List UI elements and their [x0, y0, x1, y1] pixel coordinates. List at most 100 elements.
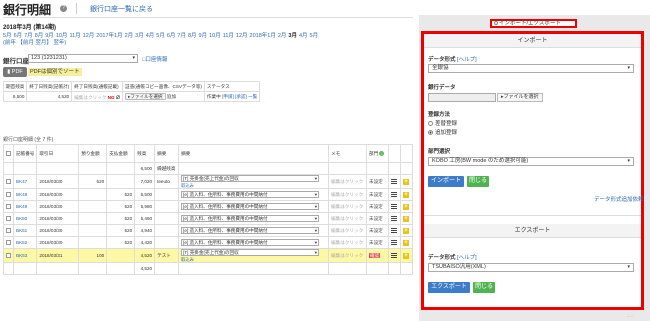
month-link[interactable]: 4月	[299, 33, 308, 39]
row-memo[interactable]: 編集はクリック	[328, 174, 367, 189]
row-id[interactable]: BK47	[12, 174, 38, 189]
row-memo[interactable]: 編集はクリック	[328, 188, 367, 201]
row-summary[interactable]	[154, 188, 180, 201]
import-help-link[interactable]: [ヘルプ]	[457, 57, 477, 63]
import-close-button[interactable]: 閉じる	[467, 176, 489, 187]
row-id[interactable]: BK51	[12, 224, 38, 237]
row-checkbox[interactable]	[6, 240, 11, 246]
account-select[interactable]: 123 (1231231) ▾	[28, 54, 138, 63]
row-summary[interactable]	[154, 224, 180, 237]
resize-grip-icon[interactable]: ∴∴	[627, 313, 635, 319]
bank-data-file-button[interactable]: ▸ファイルを選択	[497, 93, 543, 102]
menu-icon[interactable]	[390, 178, 397, 184]
row-account-select[interactable]: [e] 造入料、住所料、事務費用の中間納付 ▾	[181, 202, 320, 210]
plus-icon[interactable]: +	[402, 215, 409, 222]
row-memo[interactable]: 編集はクリック	[328, 248, 367, 263]
month-link[interactable]: 9月	[199, 33, 208, 39]
row-summary[interactable]: テスト	[154, 248, 180, 263]
status-link-approve[interactable]: [承認]	[235, 94, 247, 99]
month-link[interactable]: 10月	[209, 33, 221, 39]
row-dept[interactable]: 未設定	[369, 179, 383, 184]
row-dept[interactable]: 未設定	[369, 192, 383, 197]
plus-icon[interactable]: +	[402, 227, 409, 234]
info-icon[interactable]: i	[379, 150, 385, 156]
month-link[interactable]: 2017年1月	[96, 33, 122, 39]
month-link[interactable]: 7月	[177, 33, 186, 39]
row-dept[interactable]: 確認	[368, 252, 381, 258]
menu-icon[interactable]	[390, 203, 397, 209]
row-dept[interactable]: 未設定	[369, 216, 383, 221]
row-id[interactable]: BK48	[12, 188, 38, 201]
evidence-add-button[interactable]: 追加	[167, 94, 176, 99]
row-account-select[interactable]: [e] 造入料、住所料、事務費用の中間納付 ▾	[181, 214, 320, 222]
row-dept[interactable]: 未設定	[369, 228, 383, 233]
month-link[interactable]: 11月	[69, 33, 80, 39]
add-format-request-link[interactable]: データ形式追加依頼	[594, 195, 644, 203]
row-id[interactable]: BK53	[12, 248, 38, 263]
pdf-button[interactable]: ▮ PDF	[3, 67, 27, 77]
row-summary[interactable]	[154, 236, 180, 249]
status-link-apply[interactable]: [申請]	[222, 94, 234, 99]
row-checkbox[interactable]	[6, 204, 11, 210]
passbook-edit-placeholder[interactable]: 編集はクリック	[74, 95, 106, 100]
row-memo[interactable]: 編集はクリック	[328, 212, 367, 225]
export-help-link[interactable]: [ヘルプ]	[457, 255, 477, 261]
menu-icon[interactable]	[390, 215, 397, 221]
evidence-file-button[interactable]: ▸ファイルを選択	[125, 92, 166, 100]
row-id[interactable]: BK52	[12, 236, 38, 249]
method-append[interactable]: 追加登録	[428, 128, 457, 136]
account-info-link[interactable]: □口座情報	[142, 55, 167, 63]
row-checkbox[interactable]	[6, 228, 11, 234]
period-aux-links[interactable]: (前年 【前月 翌月】 翌年)	[3, 38, 66, 46]
back-to-accounts-link[interactable]: 銀行口座一覧に戻る	[90, 4, 153, 14]
row-dept[interactable]: 未設定	[369, 204, 383, 209]
menu-icon[interactable]	[390, 227, 397, 233]
row-import-link[interactable]: 取込み	[181, 183, 326, 188]
row-checkbox[interactable]	[6, 179, 11, 185]
month-link[interactable]: 12月	[236, 33, 248, 39]
row-memo[interactable]: 編集はクリック	[328, 200, 367, 213]
month-link[interactable]: 4月	[146, 33, 155, 39]
row-import-link[interactable]: 取込み	[181, 257, 326, 262]
month-link[interactable]: 6月	[167, 33, 176, 39]
row-account-select[interactable]: [T] 売掛金(売上代金)の回収 ▾	[181, 175, 320, 182]
menu-icon[interactable]	[390, 191, 397, 197]
method-replace-radio[interactable]	[428, 121, 433, 127]
month-link[interactable]: 2月	[125, 33, 134, 39]
row-id[interactable]: BK50	[12, 212, 38, 225]
method-replace[interactable]: 差替登録	[428, 119, 457, 127]
col-id[interactable]: 記帳番号	[12, 144, 38, 163]
row-checkbox[interactable]	[6, 216, 11, 222]
import-button[interactable]: インポート	[428, 176, 464, 187]
row-memo[interactable]: 編集はクリック	[328, 224, 367, 237]
row-summary[interactable]: teeuto	[154, 174, 180, 189]
plus-icon[interactable]: +	[402, 239, 409, 246]
month-link[interactable]: 3月	[135, 33, 144, 39]
export-button[interactable]: エクスポート	[428, 282, 470, 293]
select-all-checkbox[interactable]	[6, 151, 11, 157]
month-link[interactable]: 5月	[310, 33, 319, 39]
help-icon[interactable]: ?	[60, 5, 67, 12]
import-format-select[interactable]: 全銀協 ▾	[428, 64, 634, 73]
month-link[interactable]: 5月	[156, 33, 165, 39]
row-checkbox[interactable]	[6, 253, 11, 259]
col-date[interactable]: 取引日	[36, 144, 80, 163]
month-link[interactable]: 12月	[83, 33, 95, 39]
dept-select[interactable]: KOBO 工房(BW mode のため選択可能) ▾	[428, 157, 634, 166]
row-dept[interactable]: 未設定	[369, 240, 383, 245]
export-format-select[interactable]: TSUBAISO汎用(XML) ▾	[428, 263, 634, 272]
plus-icon[interactable]: +	[402, 178, 409, 185]
row-summary[interactable]	[154, 200, 180, 213]
row-checkbox[interactable]	[6, 192, 11, 198]
month-link[interactable]: 11月	[223, 33, 234, 39]
export-close-button[interactable]: 閉じる	[473, 282, 495, 293]
row-account-select[interactable]: [e] 造入料、住所料、事務費用の中間納付 ▾	[181, 238, 320, 246]
closing-passbook-cell[interactable]: 編集はクリック NG ⌀	[71, 91, 124, 102]
row-id[interactable]: BK49	[12, 200, 38, 213]
month-link[interactable]: 2018年1月	[250, 33, 276, 39]
status-link-list[interactable]: 一覧	[248, 94, 257, 99]
menu-icon[interactable]	[390, 252, 397, 258]
plus-icon[interactable]: +	[402, 252, 409, 259]
import-export-tab[interactable]: インポート/エクスポート	[490, 19, 577, 28]
month-link[interactable]: 8月	[188, 33, 197, 39]
